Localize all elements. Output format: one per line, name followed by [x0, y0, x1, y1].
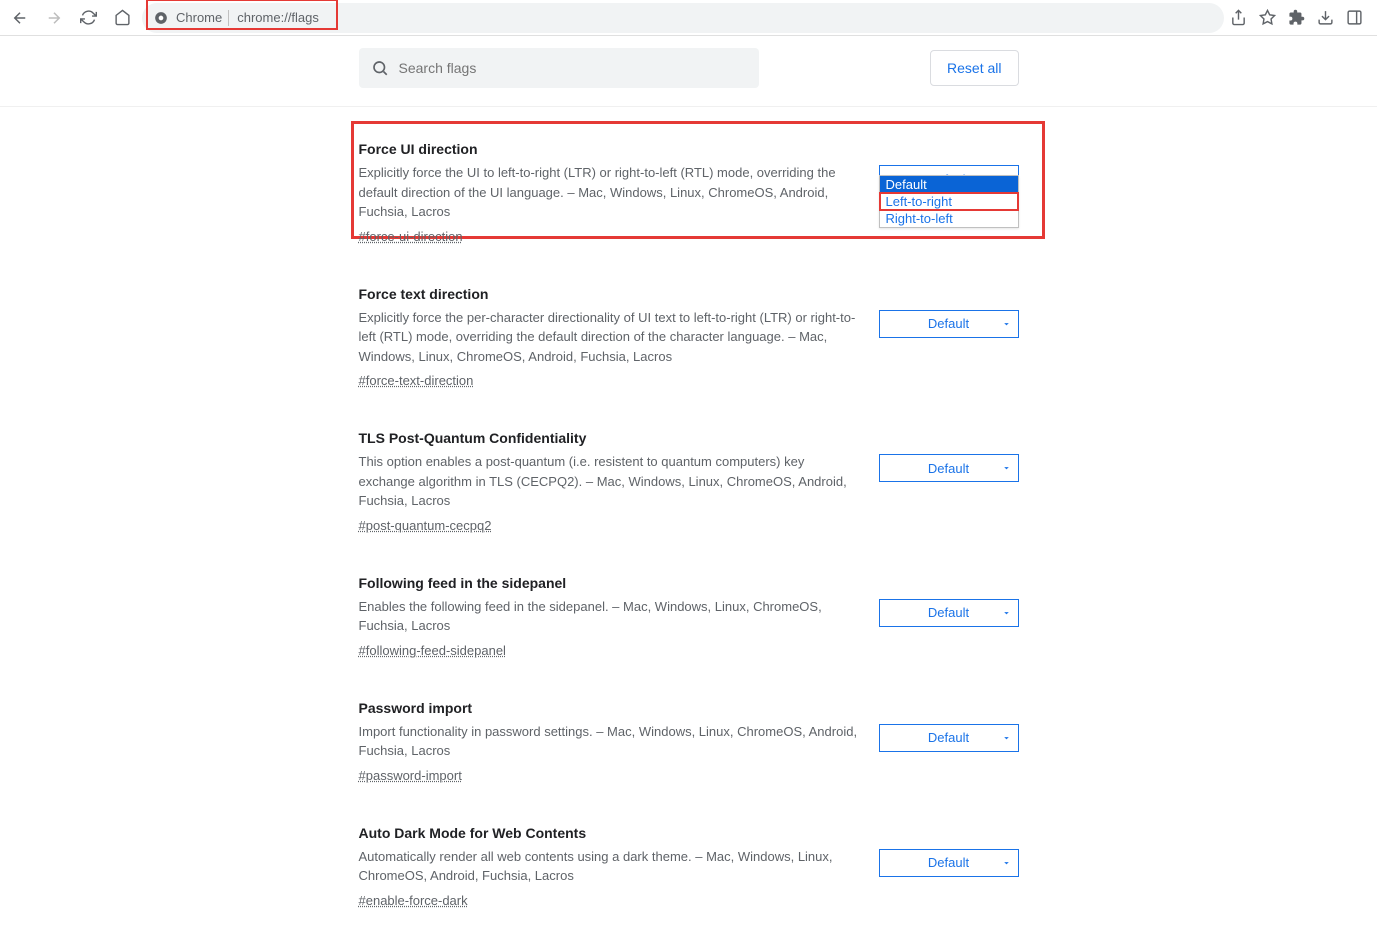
- site-chip: Chrome: [176, 10, 229, 26]
- dropdown-option-rtl[interactable]: Right-to-left: [880, 210, 1018, 227]
- flag-row: Password import Import functionality in …: [359, 682, 1019, 807]
- flag-description: Import functionality in password setting…: [359, 722, 859, 761]
- site-label: Chrome: [176, 10, 222, 25]
- flag-description: Automatically render all web contents us…: [359, 847, 859, 886]
- flag-description: Enables the following feed in the sidepa…: [359, 597, 859, 636]
- select-value: Default: [928, 605, 969, 620]
- reset-all-button[interactable]: Reset all: [930, 50, 1018, 86]
- browser-toolbar: Chrome chrome://flags: [0, 0, 1377, 36]
- url-text: chrome://flags: [237, 10, 319, 25]
- flag-anchor-link[interactable]: #force-ui-direction: [359, 229, 463, 244]
- select-value: Default: [928, 730, 969, 745]
- flags-list: Force UI direction Explicitly force the …: [359, 123, 1019, 932]
- divider: [228, 10, 229, 26]
- flag-select[interactable]: Default: [879, 849, 1019, 877]
- search-flags-box[interactable]: [359, 48, 759, 88]
- search-icon: [371, 59, 389, 77]
- chevron-down-icon: [1001, 732, 1012, 743]
- downloads-icon[interactable]: [1317, 9, 1334, 26]
- flag-row: TLS Post-Quantum Confidentiality This op…: [359, 412, 1019, 557]
- flag-anchor-link[interactable]: #post-quantum-cecpq2: [359, 518, 492, 533]
- flag-select[interactable]: Default: [879, 599, 1019, 627]
- flag-description: Explicitly force the per-character direc…: [359, 308, 859, 367]
- flag-title: Password import: [359, 700, 859, 716]
- flag-select[interactable]: Default: [879, 724, 1019, 752]
- home-button[interactable]: [108, 4, 136, 32]
- bookmark-star-icon[interactable]: [1259, 9, 1276, 26]
- flag-title: Auto Dark Mode for Web Contents: [359, 825, 859, 841]
- dropdown-option-ltr[interactable]: Left-to-right: [879, 192, 1019, 211]
- reload-button[interactable]: [74, 4, 102, 32]
- chevron-down-icon: [1001, 463, 1012, 474]
- flag-row: Auto Dark Mode for Web Contents Automati…: [359, 807, 1019, 932]
- flag-anchor-link[interactable]: #following-feed-sidepanel: [359, 643, 506, 658]
- search-input[interactable]: [399, 60, 747, 76]
- flag-description: This option enables a post-quantum (i.e.…: [359, 452, 859, 511]
- flag-title: TLS Post-Quantum Confidentiality: [359, 430, 859, 446]
- flag-row: Following feed in the sidepanel Enables …: [359, 557, 1019, 682]
- select-value: Default: [928, 855, 969, 870]
- flag-title: Following feed in the sidepanel: [359, 575, 859, 591]
- forward-button[interactable]: [40, 4, 68, 32]
- flag-row: Force UI direction Explicitly force the …: [359, 123, 1019, 268]
- flag-anchor-link[interactable]: #password-import: [359, 768, 462, 783]
- chevron-down-icon: [1001, 318, 1012, 329]
- flag-select[interactable]: Default: [879, 310, 1019, 338]
- flag-title: Force text direction: [359, 286, 859, 302]
- chrome-icon: [154, 11, 168, 25]
- flag-title: Force UI direction: [359, 141, 859, 157]
- dropdown-option-default[interactable]: Default: [880, 176, 1018, 193]
- address-bar[interactable]: Chrome chrome://flags: [142, 3, 1224, 33]
- select-value: Default: [928, 461, 969, 476]
- flags-topbar: Reset all: [0, 42, 1377, 107]
- toolbar-right: [1230, 9, 1371, 26]
- flag-select[interactable]: Default: [879, 454, 1019, 482]
- back-button[interactable]: [6, 4, 34, 32]
- share-icon[interactable]: [1230, 9, 1247, 26]
- extensions-icon[interactable]: [1288, 9, 1305, 26]
- chevron-down-icon: [1001, 607, 1012, 618]
- chevron-down-icon: [1001, 857, 1012, 868]
- page-body: Reset all Force UI direction Explicitly …: [0, 36, 1377, 932]
- select-value: Default: [928, 316, 969, 331]
- flag-row: Force text direction Explicitly force th…: [359, 268, 1019, 413]
- flag-anchor-link[interactable]: #force-text-direction: [359, 373, 474, 388]
- flag-description: Explicitly force the UI to left-to-right…: [359, 163, 859, 222]
- select-dropdown: Default Left-to-right Right-to-left: [879, 175, 1019, 228]
- flag-anchor-link[interactable]: #enable-force-dark: [359, 893, 468, 908]
- sidepanel-icon[interactable]: [1346, 9, 1363, 26]
